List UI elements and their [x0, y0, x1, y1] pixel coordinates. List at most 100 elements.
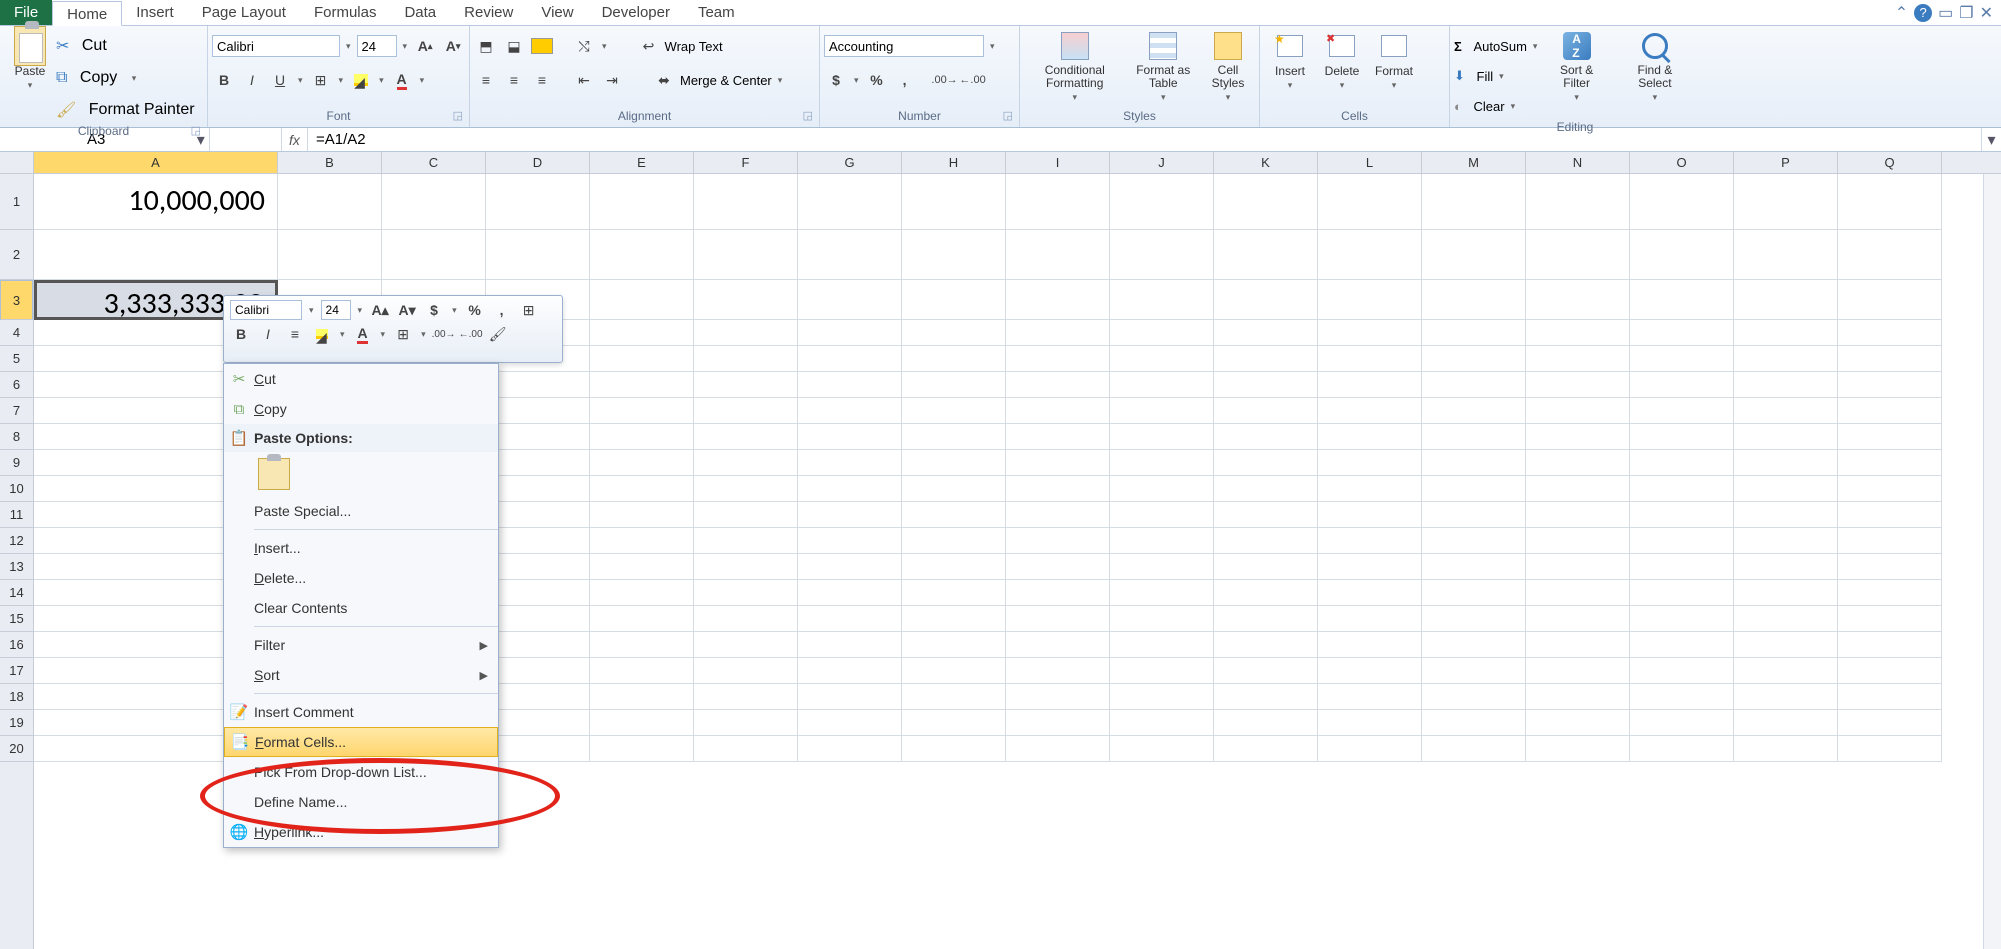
cell-K6[interactable] [1214, 372, 1318, 398]
cell-I20[interactable] [1006, 736, 1110, 762]
cell-D19[interactable] [486, 710, 590, 736]
format-as-table-button[interactable]: Format as Table▾ [1125, 28, 1201, 105]
cell-H12[interactable] [902, 528, 1006, 554]
cell-P20[interactable] [1734, 736, 1838, 762]
cell-N12[interactable] [1526, 528, 1630, 554]
cell-K9[interactable] [1214, 450, 1318, 476]
cell-P5[interactable] [1734, 346, 1838, 372]
cell-P13[interactable] [1734, 554, 1838, 580]
cell-J9[interactable] [1110, 450, 1214, 476]
cell-Q2[interactable] [1838, 230, 1942, 280]
cell-P6[interactable] [1734, 372, 1838, 398]
cell-H7[interactable] [902, 398, 1006, 424]
cell-N4[interactable] [1526, 320, 1630, 346]
cell-K10[interactable] [1214, 476, 1318, 502]
cell-Q14[interactable] [1838, 580, 1942, 606]
cell-I8[interactable] [1006, 424, 1110, 450]
cell-N17[interactable] [1526, 658, 1630, 684]
cell-G2[interactable] [798, 230, 902, 280]
cell-Q8[interactable] [1838, 424, 1942, 450]
cell-Q18[interactable] [1838, 684, 1942, 710]
cell-J18[interactable] [1110, 684, 1214, 710]
font-size-select[interactable] [357, 35, 397, 57]
cell-N14[interactable] [1526, 580, 1630, 606]
cell-I17[interactable] [1006, 658, 1110, 684]
cell-O7[interactable] [1630, 398, 1734, 424]
cell-K3[interactable] [1214, 280, 1318, 320]
cell-N1[interactable] [1526, 174, 1630, 230]
cell-F15[interactable] [694, 606, 798, 632]
tab-data[interactable]: Data [390, 0, 450, 25]
cell-M7[interactable] [1422, 398, 1526, 424]
cell-M20[interactable] [1422, 736, 1526, 762]
row-header-14[interactable]: 14 [0, 580, 33, 606]
cell-L8[interactable] [1318, 424, 1422, 450]
cell-G20[interactable] [798, 736, 902, 762]
formula-input[interactable] [308, 128, 1981, 151]
cell-D14[interactable] [486, 580, 590, 606]
cell-L10[interactable] [1318, 476, 1422, 502]
cell-P18[interactable] [1734, 684, 1838, 710]
cell-I7[interactable] [1006, 398, 1110, 424]
cell-G19[interactable] [798, 710, 902, 736]
cell-G18[interactable] [798, 684, 902, 710]
cell-O5[interactable] [1630, 346, 1734, 372]
cell-Q17[interactable] [1838, 658, 1942, 684]
cell-Q3[interactable] [1838, 280, 1942, 320]
cell-Q20[interactable] [1838, 736, 1942, 762]
row-header-18[interactable]: 18 [0, 684, 33, 710]
cell-P19[interactable] [1734, 710, 1838, 736]
cell-Q16[interactable] [1838, 632, 1942, 658]
cell-M9[interactable] [1422, 450, 1526, 476]
mini-accounting[interactable]: $ [423, 300, 445, 320]
tab-insert[interactable]: Insert [122, 0, 188, 25]
cell-J6[interactable] [1110, 372, 1214, 398]
cell-H3[interactable] [902, 280, 1006, 320]
cell-M3[interactable] [1422, 280, 1526, 320]
cell-O13[interactable] [1630, 554, 1734, 580]
cell-K2[interactable] [1214, 230, 1318, 280]
cell-L9[interactable] [1318, 450, 1422, 476]
cell-F16[interactable] [694, 632, 798, 658]
mini-dec-decimal[interactable]: ←.00 [460, 324, 482, 344]
cell-L14[interactable] [1318, 580, 1422, 606]
cell-J3[interactable] [1110, 280, 1214, 320]
cell-F20[interactable] [694, 736, 798, 762]
italic-button[interactable]: I [240, 69, 264, 91]
insert-cells-button[interactable]: Insert▾ [1264, 28, 1316, 93]
cell-P14[interactable] [1734, 580, 1838, 606]
cell-H2[interactable] [902, 230, 1006, 280]
row-header-1[interactable]: 1 [0, 174, 33, 230]
cell-E11[interactable] [590, 502, 694, 528]
cell-L5[interactable] [1318, 346, 1422, 372]
cell-H20[interactable] [902, 736, 1006, 762]
cell-J11[interactable] [1110, 502, 1214, 528]
cell-N9[interactable] [1526, 450, 1630, 476]
col-header-Q[interactable]: Q [1838, 152, 1942, 173]
cell-D10[interactable] [486, 476, 590, 502]
cell-G13[interactable] [798, 554, 902, 580]
cell-M8[interactable] [1422, 424, 1526, 450]
cell-G12[interactable] [798, 528, 902, 554]
cell-H5[interactable] [902, 346, 1006, 372]
cell-I13[interactable] [1006, 554, 1110, 580]
ctx-cut[interactable]: ✂Cut [224, 364, 498, 394]
row-header-2[interactable]: 2 [0, 230, 33, 280]
autosum-button[interactable]: Σ AutoSum▾ [1454, 32, 1539, 60]
orientation-button[interactable]: ⤭ [572, 35, 596, 57]
cell-E15[interactable] [590, 606, 694, 632]
cell-D12[interactable] [486, 528, 590, 554]
cell-D8[interactable] [486, 424, 590, 450]
wrap-text-button[interactable]: ↩ [637, 35, 661, 57]
cell-O11[interactable] [1630, 502, 1734, 528]
cell-J13[interactable] [1110, 554, 1214, 580]
format-painter-button[interactable]: 🖌 Format Painter [56, 96, 195, 124]
cell-K15[interactable] [1214, 606, 1318, 632]
cell-G8[interactable] [798, 424, 902, 450]
cell-D15[interactable] [486, 606, 590, 632]
cell-M4[interactable] [1422, 320, 1526, 346]
cell-F18[interactable] [694, 684, 798, 710]
font-dialog-launcher[interactable]: ◲ [453, 109, 463, 122]
conditional-formatting-button[interactable]: Conditional Formatting▾ [1024, 28, 1125, 105]
cell-I19[interactable] [1006, 710, 1110, 736]
